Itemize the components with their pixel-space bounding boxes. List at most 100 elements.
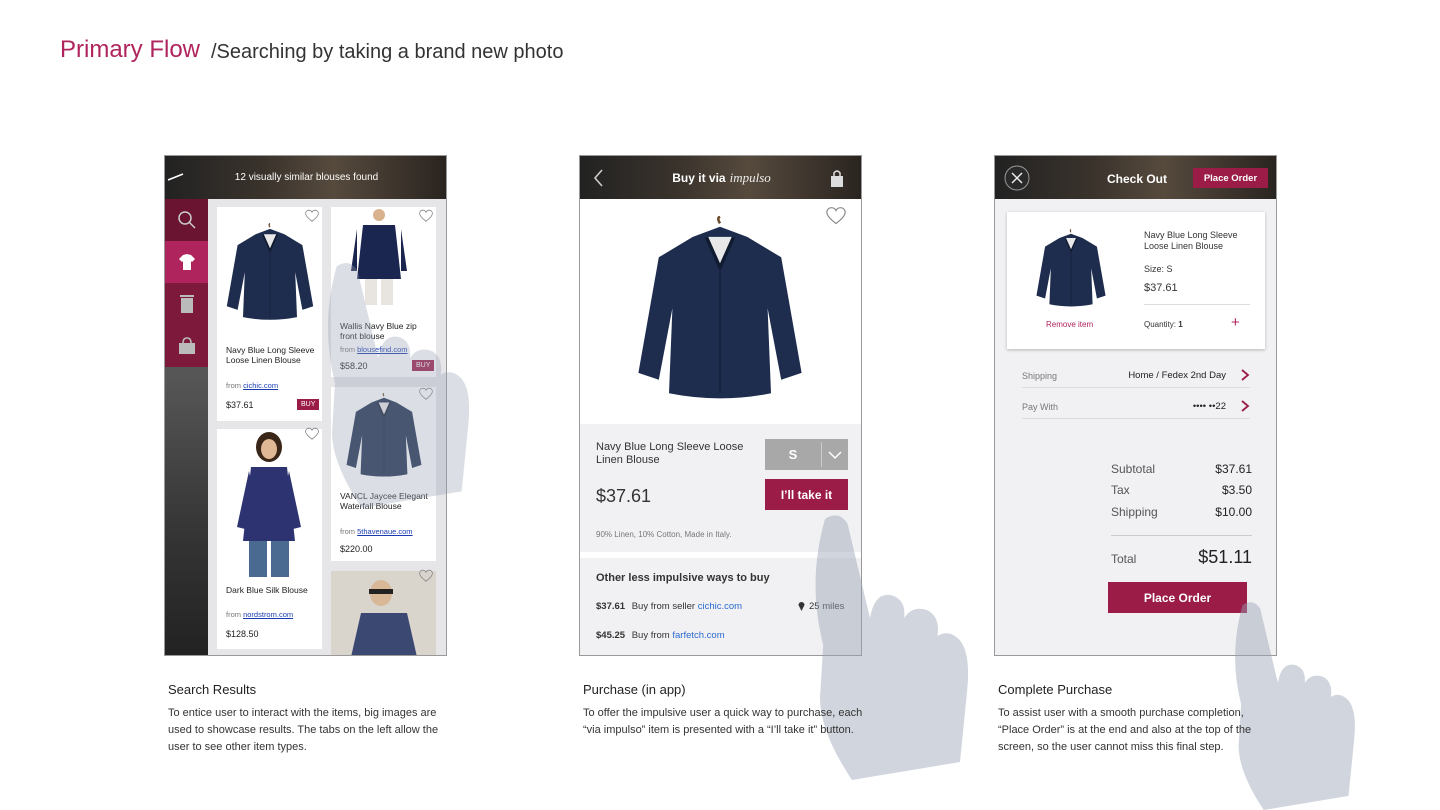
subtotal-row: Subtotal $37.61 bbox=[1111, 462, 1252, 476]
heart-icon[interactable] bbox=[305, 209, 319, 223]
topbar-title: Buy it via bbox=[672, 170, 726, 185]
from-label: from bbox=[226, 610, 241, 619]
close-icon[interactable] bbox=[1004, 165, 1030, 191]
tax-row: Tax $3.50 bbox=[1111, 483, 1252, 497]
option-text: Buy from bbox=[631, 630, 670, 641]
item-price: $37.61 bbox=[1144, 282, 1178, 294]
caption-title: Search Results bbox=[168, 682, 257, 697]
search-icon bbox=[177, 211, 196, 229]
other-ways-title: Other less impulsive ways to buy bbox=[596, 572, 770, 584]
product-image bbox=[635, 216, 805, 404]
top-bar: 12 visually similar blouses found bbox=[165, 156, 446, 199]
tab-search[interactable] bbox=[165, 199, 208, 241]
product-image bbox=[237, 432, 301, 577]
remove-item-link[interactable]: Remove item bbox=[1046, 320, 1093, 329]
store-link[interactable]: farfetch.com bbox=[672, 630, 724, 641]
heart-icon[interactable] bbox=[305, 427, 319, 441]
caption-text: To offer the impulsive user a quick way … bbox=[583, 707, 863, 736]
product-price: $220.00 bbox=[340, 544, 373, 554]
product-name: Dark Blue Silk Blouse bbox=[226, 585, 308, 595]
from-label: from bbox=[340, 345, 355, 354]
place-order-button[interactable]: Place Order bbox=[1108, 582, 1247, 613]
bag-icon bbox=[178, 337, 195, 354]
size-select[interactable]: S bbox=[765, 439, 848, 470]
option-text: Buy from seller bbox=[631, 601, 696, 612]
chevron-right-icon bbox=[1241, 369, 1250, 381]
total-label: Total bbox=[1111, 552, 1137, 566]
tax-value: $3.50 bbox=[1221, 483, 1252, 497]
from-label: from bbox=[340, 527, 355, 536]
other-option[interactable]: $45.25 Buy from farfetch.com bbox=[596, 630, 725, 641]
product-card[interactable] bbox=[331, 569, 436, 655]
quantity-label: Quantity: bbox=[1144, 320, 1177, 329]
option-price: $37.61 bbox=[596, 601, 626, 612]
location-pin-icon bbox=[798, 602, 805, 611]
shipping-value: Home / Fedex 2nd Day bbox=[1128, 370, 1226, 381]
top-bar: Buy it via impulso bbox=[580, 156, 861, 199]
caption-text: To assist user with a smooth purchase co… bbox=[998, 707, 1252, 753]
shipping-label: Shipping bbox=[1022, 371, 1058, 381]
item-size: Size: S bbox=[1144, 264, 1173, 274]
take-it-button[interactable]: I’ll take it bbox=[765, 479, 848, 510]
product-price: $37.61 bbox=[226, 400, 254, 410]
page-title: Primary Flow bbox=[60, 36, 201, 63]
subtotal-value: $37.61 bbox=[1215, 462, 1252, 476]
payment-row[interactable]: Pay With •••• ••22 bbox=[1022, 395, 1250, 419]
buy-button[interactable]: BUY bbox=[297, 399, 320, 410]
product-image bbox=[225, 219, 315, 327]
item-name: Navy Blue Long Sleeve Loose Linen Blouse bbox=[1144, 230, 1238, 251]
tab-bags[interactable] bbox=[165, 325, 208, 367]
product-card[interactable]: Dark Blue Silk Blouse from nordstrom.com… bbox=[217, 429, 322, 649]
shipping-row[interactable]: Shipping Home / Fedex 2nd Day bbox=[1022, 364, 1250, 388]
brand-logo: impulso bbox=[729, 169, 771, 185]
category-sidebar bbox=[165, 199, 208, 655]
product-card[interactable]: Wallis Navy Blue zip front blouse from b… bbox=[331, 207, 436, 377]
purchase-screen: Buy it via impulso Navy Blue Long Sleeve… bbox=[579, 155, 862, 656]
heart-icon[interactable] bbox=[419, 387, 433, 401]
heart-icon[interactable] bbox=[826, 206, 846, 226]
size-value: S bbox=[788, 447, 798, 462]
store-link[interactable]: 5thavenaue.com bbox=[357, 527, 412, 536]
pay-label: Pay With bbox=[1022, 402, 1059, 412]
store-link[interactable]: cichic.com bbox=[243, 381, 278, 390]
search-results-screen: 12 visually similar blouses found Navy B… bbox=[164, 155, 447, 656]
distance: 25 miles bbox=[809, 601, 845, 612]
product-price: $58.20 bbox=[340, 361, 368, 371]
page-subtitle: /Searching by taking a brand new photo bbox=[211, 41, 564, 63]
store-link[interactable]: nordstrom.com bbox=[243, 610, 293, 619]
tax-label: Tax bbox=[1111, 483, 1130, 497]
tab-trash[interactable] bbox=[165, 283, 208, 325]
results-grid: Navy Blue Long Sleeve Loose Linen Blouse… bbox=[208, 199, 446, 655]
material-text: 90% Linen, 10% Cotton, Made in Italy. bbox=[596, 530, 732, 539]
total-row: Total $51.11 bbox=[1111, 547, 1252, 567]
cart-item-card: Navy Blue Long Sleeve Loose Linen Blouse… bbox=[1007, 212, 1265, 349]
results-title: 12 visually similar blouses found bbox=[234, 172, 379, 183]
product-image bbox=[345, 393, 423, 479]
place-order-top-button[interactable]: Place Order bbox=[1193, 168, 1268, 188]
product-card[interactable]: VANCL Jaycee Elegant Waterfall Blouse fr… bbox=[331, 387, 436, 561]
chevron-right-icon bbox=[1241, 400, 1250, 412]
plus-icon[interactable]: + bbox=[1231, 314, 1240, 331]
shipping-cost-row: Shipping $10.00 bbox=[1111, 505, 1252, 519]
product-name: Navy Blue Long Sleeve Loose Linen Blouse bbox=[596, 441, 744, 466]
heart-icon[interactable] bbox=[419, 569, 433, 583]
buy-button[interactable]: BUY bbox=[412, 360, 435, 371]
store-link[interactable]: blousefind.com bbox=[357, 345, 407, 354]
pay-value: •••• ••22 bbox=[1192, 401, 1226, 412]
heart-icon[interactable] bbox=[419, 209, 433, 223]
product-card[interactable]: Navy Blue Long Sleeve Loose Linen Blouse… bbox=[217, 207, 322, 421]
product-price: $128.50 bbox=[226, 629, 259, 639]
caption-title: Purchase (in app) bbox=[583, 682, 686, 697]
tab-blouses[interactable] bbox=[165, 241, 208, 283]
other-option[interactable]: $37.61 Buy from seller cichic.com bbox=[596, 601, 742, 612]
product-name: VANCL Jaycee Elegant Waterfall Blouse bbox=[340, 491, 428, 511]
top-bar: Check Out Place Order bbox=[995, 156, 1276, 199]
trash-icon bbox=[179, 295, 194, 313]
lock-icon[interactable] bbox=[830, 168, 844, 188]
store-link[interactable]: cichic.com bbox=[698, 601, 742, 612]
topbar-title: Check Out bbox=[1107, 172, 1168, 186]
blouse-icon bbox=[178, 254, 195, 270]
ship-value: $10.00 bbox=[1215, 505, 1252, 519]
product-image bbox=[351, 580, 417, 655]
quantity-value: 1 bbox=[1178, 320, 1183, 329]
